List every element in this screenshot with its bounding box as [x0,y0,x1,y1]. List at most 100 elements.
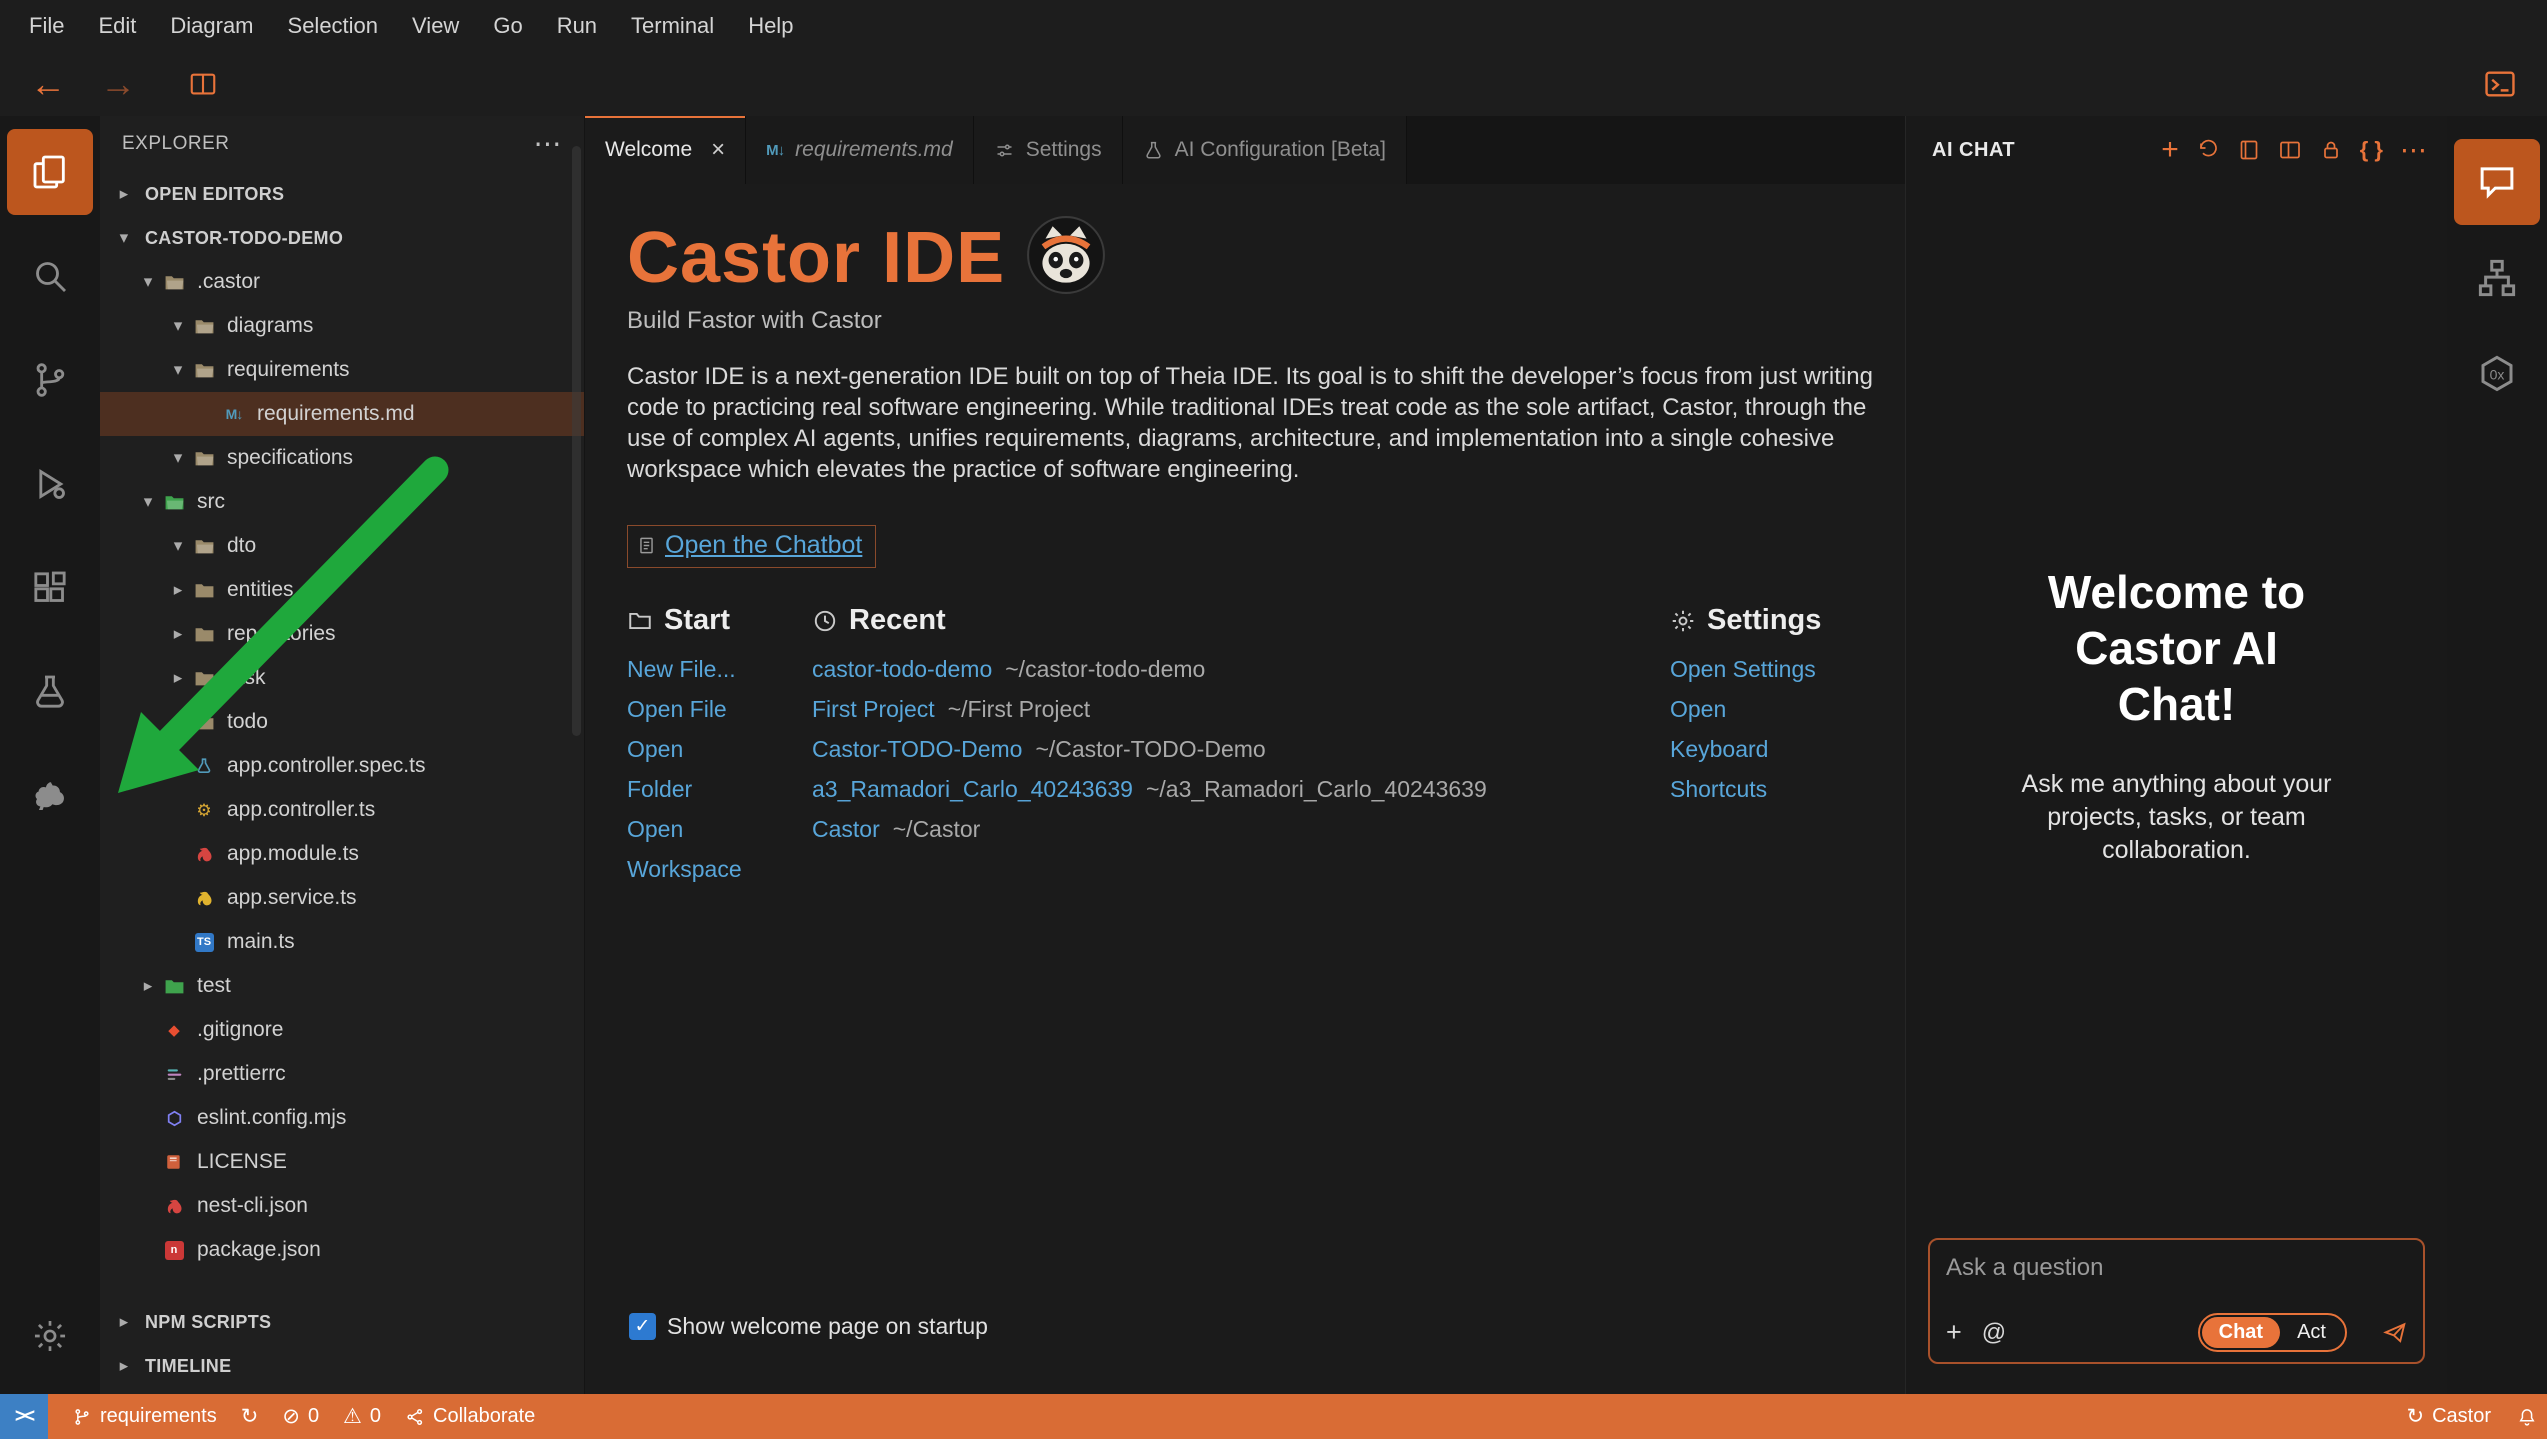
split-editor-icon[interactable] [188,69,218,99]
tree-item-LICENSE[interactable]: LICENSE [100,1140,584,1184]
tree-item-dto[interactable]: ▾dto [100,524,584,568]
open-editors-section[interactable]: ▸ OPEN EDITORS [100,172,584,216]
tab-settings[interactable]: Settings [974,116,1123,184]
tree-item-requirements.md[interactable]: M↓requirements.md [100,392,584,436]
folder-open [190,446,218,470]
tree-item-specifications[interactable]: ▾specifications [100,436,584,480]
menu-item-view[interactable]: View [395,13,476,39]
ai-chat-input[interactable] [1946,1254,2407,1282]
menu-item-terminal[interactable]: Terminal [614,13,731,39]
recent-link[interactable]: Castor-TODO-Demo [812,736,1022,762]
tree-item-.prettierrc[interactable]: .prettierrc [100,1052,584,1096]
tree-item-.gitignore[interactable]: ◆.gitignore [100,1008,584,1052]
manage-gear-icon[interactable] [0,1284,100,1388]
start-link-open-workspace[interactable]: Open Workspace [627,809,749,889]
tree-item-src[interactable]: ▾src [100,480,584,524]
files-icon[interactable] [0,120,100,224]
more-icon[interactable]: ⋯ [2400,137,2427,164]
warnings-status-item[interactable]: ⚠ 0 [343,1405,381,1428]
tree-item-app.service.ts[interactable]: app.service.ts [100,876,584,920]
settings-link-open-settings[interactable]: Open Settings [1670,649,1822,689]
plus-icon[interactable]: + [1946,1319,1962,1346]
tree-item-task[interactable]: ▸task [100,656,584,700]
menu-item-help[interactable]: Help [731,13,810,39]
errors-status-item[interactable]: ⊘ 0 [282,1405,319,1428]
start-link-new-file-[interactable]: New File... [627,649,749,689]
ai-chat-welcome: Welcome to Castor AI Chat! Ask me anythi… [1906,564,2447,867]
chat-icon[interactable] [2447,134,2547,230]
sidebar-scrollbar[interactable] [572,146,581,736]
tree-item-main.ts[interactable]: TSmain.ts [100,920,584,964]
tree-item-.castor[interactable]: ▾.castor [100,260,584,304]
tree-item-todo[interactable]: ▸todo [100,700,584,744]
tab-requirements-md[interactable]: M↓requirements.md [746,116,974,184]
at-mention-icon[interactable]: @ [1982,1321,2006,1345]
npm-scripts-label: NPM SCRIPTS [145,1312,271,1333]
collaborate-status-item[interactable]: Collaborate [405,1405,535,1428]
start-link-open-folder[interactable]: Open Folder [627,729,749,809]
menu-item-file[interactable]: File [12,13,81,39]
mode-act-button[interactable]: Act [2280,1317,2343,1348]
send-icon[interactable] [2381,1319,2409,1347]
close-icon[interactable]: × [711,136,725,164]
tree-item-nest-cli.json[interactable]: nest-cli.json [100,1184,584,1228]
menu-item-run[interactable]: Run [540,13,614,39]
timeline-section[interactable]: ▸ TIMELINE [100,1344,584,1388]
tree-item-app.controller.ts[interactable]: ⚙app.controller.ts [100,788,584,832]
history-icon[interactable] [2196,138,2220,162]
diagram-flow-icon[interactable] [2447,230,2547,326]
tree-item-app.module.ts[interactable]: app.module.ts [100,832,584,876]
tree-item-requirements[interactable]: ▾requirements [100,348,584,392]
open-chatbot-link[interactable]: Open the Chatbot [627,525,876,568]
tree-item-eslint.config.mjs[interactable]: eslint.config.mjs [100,1096,584,1140]
tree-item-app.controller.spec.ts[interactable]: app.controller.spec.ts [100,744,584,788]
workspace-root-section[interactable]: ▾ CASTOR-TODO-DEMO [100,216,584,260]
mode-chat-button[interactable]: Chat [2202,1317,2280,1348]
tab-welcome[interactable]: Welcome× [585,116,746,184]
explorer-title: EXPLORER [122,133,229,155]
tree-item-repositories[interactable]: ▸repositories [100,612,584,656]
menu-item-edit[interactable]: Edit [81,13,153,39]
run-debug-icon[interactable] [0,432,100,536]
castor-sync-item[interactable]: ↻ Castor [2406,1405,2491,1428]
ai-chat-inputbox: + @ Chat Act [1928,1238,2425,1364]
menu-item-selection[interactable]: Selection [271,13,396,39]
back-arrow-icon[interactable]: ← [30,66,66,102]
ai-chat-title: AI CHAT [1932,139,2015,162]
terminal-icon[interactable] [2483,67,2517,101]
braces-icon[interactable]: { } [2360,139,2383,161]
beaver-icon[interactable] [0,744,100,848]
welcome-startup-checkbox[interactable]: ✓ [629,1313,656,1340]
tab-ai-configuration-beta-[interactable]: AI Configuration [Beta] [1123,116,1407,184]
test-beaker-icon[interactable] [0,640,100,744]
tree-item-diagrams[interactable]: ▾diagrams [100,304,584,348]
remote-indicator[interactable]: >< [0,1394,48,1439]
notebook-icon[interactable] [2237,138,2261,162]
recent-link[interactable]: Castor [812,816,880,842]
forward-arrow-icon[interactable]: → [100,66,136,102]
nest-cli-icon [160,1194,188,1218]
layout-columns-icon[interactable] [2278,138,2302,162]
lock-icon[interactable] [2319,138,2343,162]
hex-code-icon[interactable]: 0x [2447,326,2547,422]
tree-item-entities[interactable]: ▸entities [100,568,584,612]
extensions-icon[interactable] [0,536,100,640]
sync-icon: ↻ [2406,1406,2424,1427]
recent-link[interactable]: castor-todo-demo [812,656,992,682]
sync-status-item[interactable]: ↻ [241,1406,259,1427]
recent-link[interactable]: a3_Ramadori_Carlo_40243639 [812,776,1133,802]
plus-icon[interactable]: + [2161,135,2179,165]
search-icon[interactable] [0,224,100,328]
start-link-open-file[interactable]: Open File [627,689,749,729]
menu-item-diagram[interactable]: Diagram [153,13,270,39]
npm-scripts-section[interactable]: ▸ NPM SCRIPTS [100,1300,584,1344]
recent-link[interactable]: First Project [812,696,935,722]
tree-item-package.json[interactable]: npackage.json [100,1228,584,1272]
branch-status-item[interactable]: requirements [72,1405,217,1428]
menu-item-go[interactable]: Go [476,13,539,39]
tree-item-test[interactable]: ▸test [100,964,584,1008]
license-book-icon [160,1150,188,1174]
source-control-icon[interactable] [0,328,100,432]
settings-link-open-keyboard-shortcuts[interactable]: Open Keyboard Shortcuts [1670,689,1822,809]
notifications-item[interactable] [2517,1407,2537,1427]
